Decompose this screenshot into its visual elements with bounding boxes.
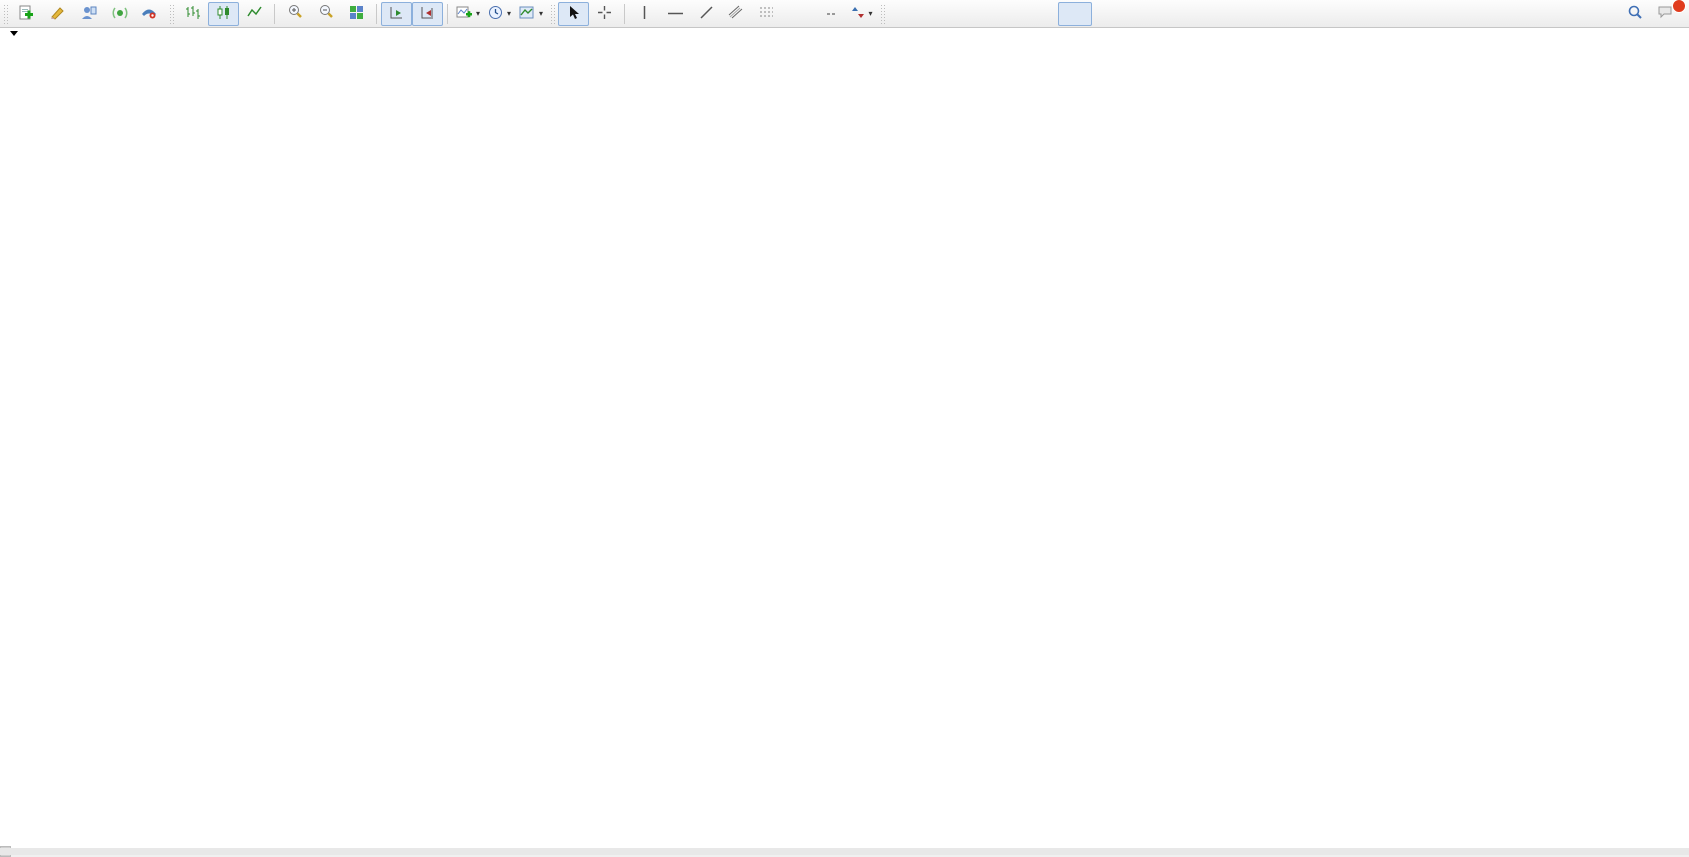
arrows-tool-icon bbox=[851, 5, 865, 23]
fibonacci-tool-button[interactable] bbox=[753, 2, 784, 26]
chart-menu-caret-icon[interactable] bbox=[10, 31, 18, 36]
horizontal-line-tool-button[interactable] bbox=[660, 2, 691, 26]
indicators-button[interactable]: ▾ bbox=[452, 2, 484, 26]
channel-tool-button[interactable] bbox=[722, 2, 753, 26]
timeframe-m15-button[interactable] bbox=[956, 2, 990, 26]
vertical-line-icon bbox=[640, 5, 649, 23]
timeframe-m30-button[interactable] bbox=[990, 2, 1024, 26]
timeframe-w1-button[interactable] bbox=[1126, 2, 1160, 26]
vertical-line-tool-button[interactable] bbox=[629, 2, 660, 26]
label-tool-letter bbox=[827, 13, 835, 15]
toolbar-drag-handle[interactable] bbox=[550, 4, 555, 24]
periods-button[interactable]: ▾ bbox=[484, 2, 515, 26]
tile-windows-button[interactable] bbox=[341, 2, 372, 26]
window-bottom-border bbox=[0, 848, 1689, 855]
tile-windows-icon bbox=[349, 5, 364, 23]
toolbar-drag-handle[interactable] bbox=[880, 4, 885, 24]
templates-icon bbox=[519, 5, 535, 23]
crayon-button[interactable] bbox=[42, 2, 73, 26]
zoom-in-icon bbox=[287, 4, 303, 23]
search-button[interactable] bbox=[1619, 2, 1650, 26]
new-order-button[interactable] bbox=[11, 2, 42, 26]
crayon-icon bbox=[50, 5, 66, 23]
arrows-dropdown-caret-icon[interactable]: ▾ bbox=[869, 9, 873, 18]
main-toolbar: ▾ ▾ ▾ ▾ bbox=[0, 0, 1689, 28]
toolbar-drag-handle[interactable] bbox=[3, 4, 8, 24]
channel-icon bbox=[728, 5, 744, 23]
crosshair-icon bbox=[597, 5, 612, 23]
bar-chart-icon bbox=[185, 5, 200, 23]
new-order-icon bbox=[18, 5, 33, 23]
timeframe-d1-button[interactable] bbox=[1092, 2, 1126, 26]
text-tool-button[interactable] bbox=[784, 2, 815, 26]
candle-chart-mode-button[interactable] bbox=[208, 2, 239, 26]
zoom-out-icon bbox=[318, 4, 334, 23]
timeframe-h1-button[interactable] bbox=[1024, 2, 1058, 26]
chart-shift-icon bbox=[420, 5, 435, 23]
indicators-icon bbox=[456, 5, 472, 23]
periods-dropdown-caret-icon[interactable]: ▾ bbox=[507, 9, 511, 18]
notification-badge bbox=[1672, 0, 1686, 13]
search-icon bbox=[1627, 4, 1643, 23]
zoom-out-button[interactable] bbox=[310, 2, 341, 26]
horizontal-line-icon bbox=[667, 7, 684, 21]
trendline-icon bbox=[699, 5, 714, 23]
autotrade-button[interactable] bbox=[135, 2, 166, 26]
market-watch-button[interactable] bbox=[73, 2, 104, 26]
notifications-button[interactable] bbox=[1650, 2, 1681, 26]
autotrade-icon bbox=[141, 5, 157, 23]
fibonacci-icon bbox=[759, 5, 775, 23]
timeframe-h4-button[interactable] bbox=[1058, 2, 1092, 26]
market-watch-icon bbox=[81, 5, 97, 23]
text-label-tool-button[interactable] bbox=[815, 2, 846, 26]
signals-icon bbox=[112, 5, 128, 23]
clock-icon bbox=[488, 5, 503, 23]
timeframe-m1-button[interactable] bbox=[888, 2, 922, 26]
timeframe-mn-button[interactable] bbox=[1160, 2, 1194, 26]
candle-chart-icon bbox=[216, 5, 231, 23]
cursor-icon bbox=[567, 5, 580, 23]
toolbar-drag-handle[interactable] bbox=[169, 4, 174, 24]
line-chart-icon bbox=[247, 5, 262, 23]
templates-dropdown-caret-icon[interactable]: ▾ bbox=[539, 9, 543, 18]
arrows-tool-button[interactable]: ▾ bbox=[846, 2, 877, 26]
zoom-in-button[interactable] bbox=[279, 2, 310, 26]
timeframe-m5-button[interactable] bbox=[922, 2, 956, 26]
price-chart-canvas[interactable] bbox=[0, 28, 1689, 855]
trendline-tool-button[interactable] bbox=[691, 2, 722, 26]
templates-button[interactable]: ▾ bbox=[515, 2, 547, 26]
signals-button[interactable] bbox=[104, 2, 135, 26]
chart-window bbox=[0, 28, 1689, 855]
chart-title bbox=[10, 31, 23, 36]
crosshair-tool-button[interactable] bbox=[589, 2, 620, 26]
line-chart-mode-button[interactable] bbox=[239, 2, 270, 26]
cursor-tool-button[interactable] bbox=[558, 2, 589, 26]
auto-scroll-icon bbox=[389, 5, 404, 23]
auto-scroll-button[interactable] bbox=[381, 2, 412, 26]
indicators-dropdown-caret-icon[interactable]: ▾ bbox=[476, 9, 480, 18]
bar-chart-mode-button[interactable] bbox=[177, 2, 208, 26]
chart-shift-button[interactable] bbox=[412, 2, 443, 26]
